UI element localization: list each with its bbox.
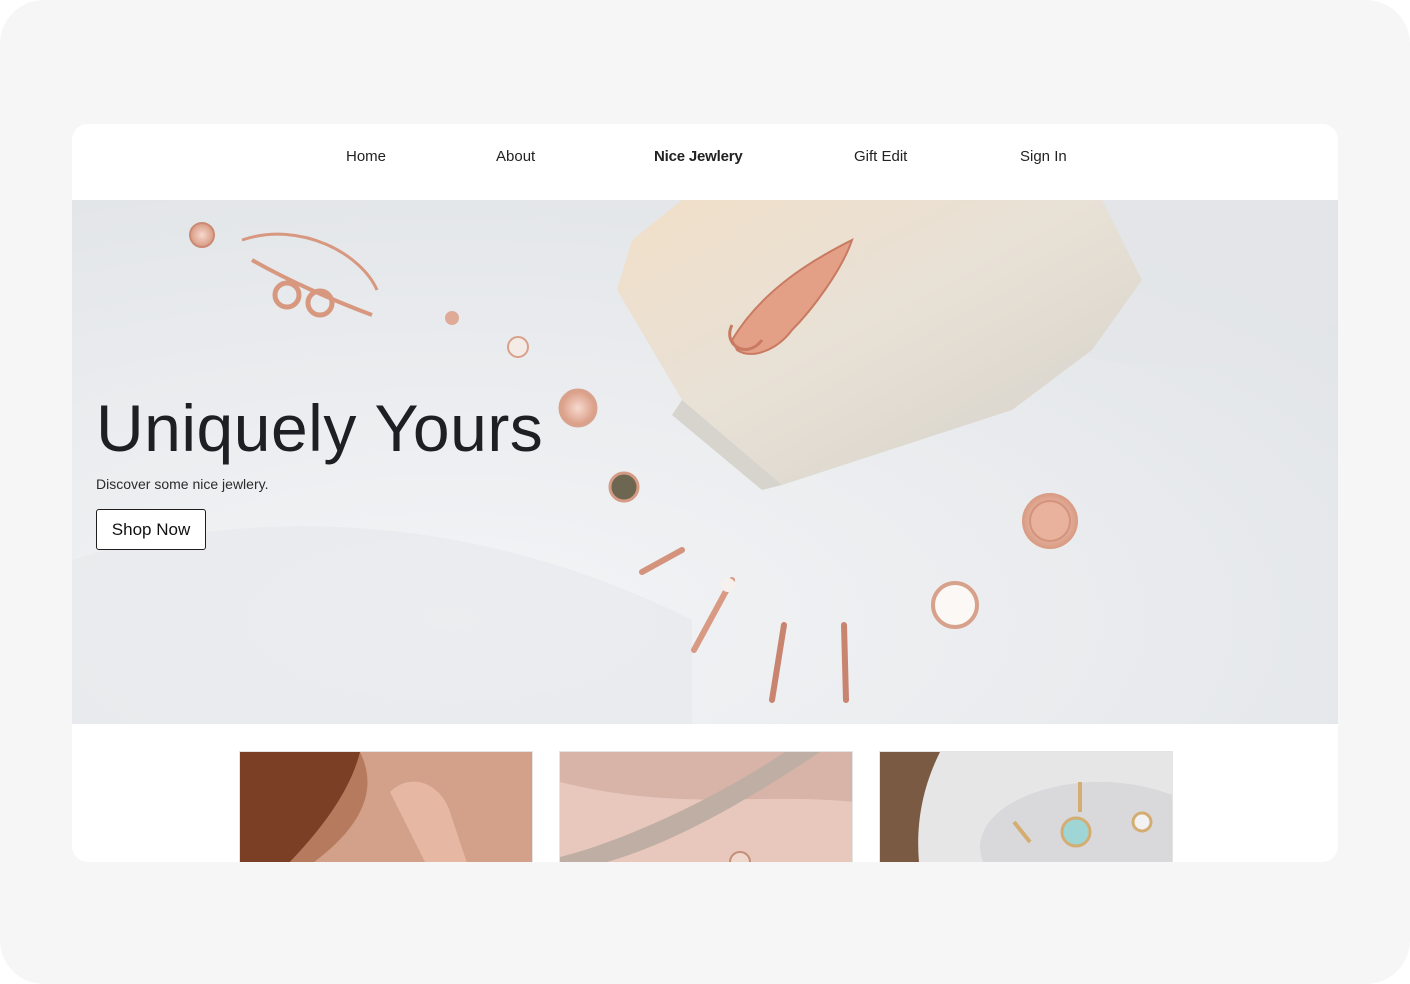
nav-gift-edit[interactable]: Gift Edit — [854, 148, 907, 165]
nav-about[interactable]: About — [496, 148, 535, 165]
hero-title: Uniquely Yours — [96, 391, 544, 465]
nav-sign-in[interactable]: Sign In — [1020, 148, 1067, 165]
hero-banner: Uniquely Yours Discover some nice jewler… — [72, 200, 1338, 724]
thumbnail-earrings-marble[interactable] — [879, 751, 1173, 862]
nav-brand-logo[interactable]: Nice Jewlery — [654, 148, 743, 165]
earrings-marble-photo — [880, 752, 1172, 862]
thumbnail-model-necklace[interactable] — [239, 751, 533, 862]
ring-ribbon-photo — [560, 752, 852, 862]
model-photo — [240, 752, 532, 862]
hero-subtitle: Discover some nice jewlery. — [96, 476, 269, 492]
website-card: Home About Nice Jewlery Gift Edit Sign I… — [72, 124, 1338, 862]
shop-now-button[interactable]: Shop Now — [96, 509, 206, 550]
top-nav: Home About Nice Jewlery Gift Edit Sign I… — [72, 124, 1338, 200]
thumbnail-ring-ribbon[interactable] — [559, 751, 853, 862]
screen-frame: Home About Nice Jewlery Gift Edit Sign I… — [0, 0, 1410, 984]
nav-home[interactable]: Home — [346, 148, 386, 165]
